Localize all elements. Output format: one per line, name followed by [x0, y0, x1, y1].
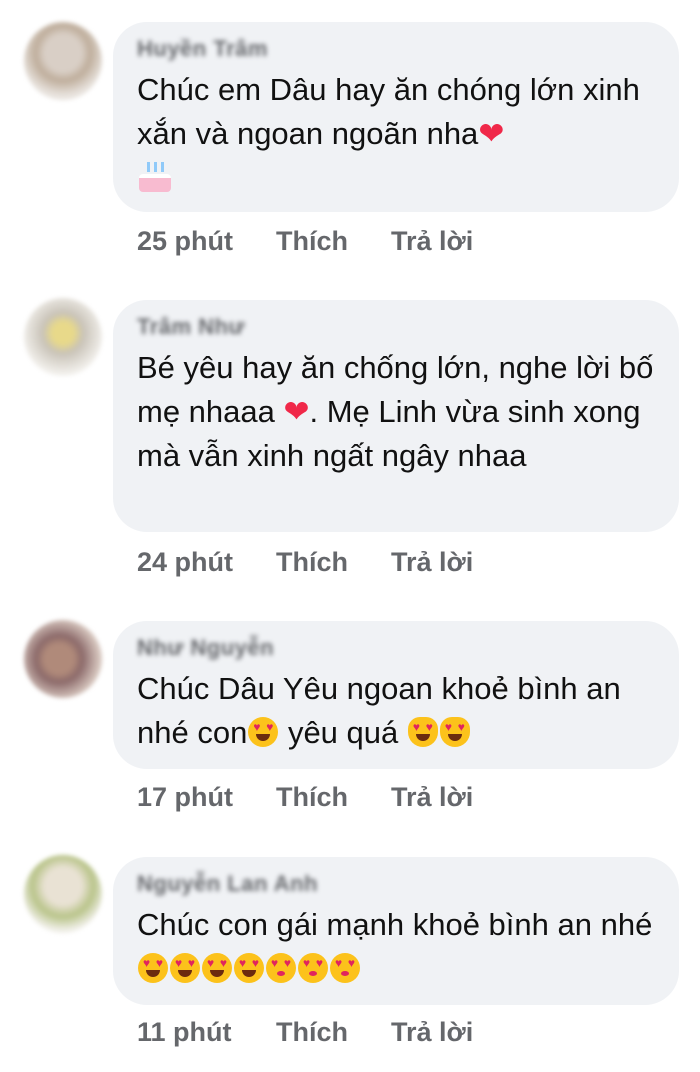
comment-actions: 17 phút Thích Trả lời [137, 782, 473, 813]
avatar[interactable] [24, 298, 102, 376]
heart-eyes-cat-icon [439, 717, 470, 747]
comment-text: Chúc con gái mạnh khoẻ bình an nhé [137, 903, 655, 991]
comment-author[interactable]: Như Nguyễn [137, 635, 655, 661]
comment-bubble: Huyền Trâm Chúc em Dâu hay ăn chóng lớn … [113, 22, 679, 212]
reply-button[interactable]: Trả lời [391, 782, 473, 813]
reply-button[interactable]: Trả lời [391, 547, 473, 578]
comment-author[interactable]: Trâm Như [137, 314, 655, 340]
comment-text-body: Chúc con gái mạnh khoẻ bình an nhé [137, 907, 653, 942]
avatar[interactable] [24, 855, 102, 933]
comment-timestamp[interactable]: 24 phút [137, 547, 276, 578]
birthday-cake-icon [137, 160, 173, 192]
like-button[interactable]: Thích [276, 1017, 391, 1048]
heart-icon: ❤ [478, 116, 505, 152]
comment-author[interactable]: Nguyễn Lan Anh [137, 871, 655, 897]
heart-eyes-icon [202, 953, 232, 983]
comment-timestamp[interactable]: 11 phút [137, 1017, 276, 1048]
kissing-heart-icon [266, 953, 296, 983]
heart-eyes-icon [234, 953, 264, 983]
reply-button[interactable]: Trả lời [391, 226, 473, 257]
like-button[interactable]: Thích [276, 226, 391, 257]
heart-icon: ❤ [283, 394, 310, 430]
comment-text: Chúc Dâu Yêu ngoan khoẻ bình an nhé con … [137, 667, 655, 755]
heart-eyes-icon [170, 953, 200, 983]
comment-timestamp[interactable]: 17 phút [137, 782, 276, 813]
comment-author[interactable]: Huyền Trâm [137, 36, 655, 62]
comment-text: Bé yêu hay ăn chống lớn, nghe lời bố mẹ … [137, 346, 655, 478]
like-button[interactable]: Thích [276, 547, 391, 578]
avatar[interactable] [24, 620, 102, 698]
avatar[interactable] [24, 22, 102, 100]
comment-actions: 24 phút Thích Trả lời [137, 547, 473, 578]
like-button[interactable]: Thích [276, 782, 391, 813]
comment-bubble: Như Nguyễn Chúc Dâu Yêu ngoan khoẻ bình … [113, 621, 679, 769]
comment-bubble: Nguyễn Lan Anh Chúc con gái mạnh khoẻ bì… [113, 857, 679, 1005]
comment-text-body: Chúc em Dâu hay ăn chóng lớn xinh xắn và… [137, 72, 640, 151]
kissing-heart-icon [298, 953, 328, 983]
comment-timestamp[interactable]: 25 phút [137, 226, 276, 257]
comment-actions: 11 phút Thích Trả lời [137, 1017, 473, 1048]
kissing-heart-icon [330, 953, 360, 983]
comment-text-body: yêu quá [279, 715, 407, 750]
comment-actions: 25 phút Thích Trả lời [137, 226, 473, 257]
heart-eyes-cat-icon [407, 717, 438, 747]
comment-text: Chúc em Dâu hay ăn chóng lớn xinh xắn và… [137, 68, 655, 200]
heart-eyes-icon [138, 953, 168, 983]
comment-bubble: Trâm Như Bé yêu hay ăn chống lớn, nghe l… [113, 300, 679, 532]
reply-button[interactable]: Trả lời [391, 1017, 473, 1048]
heart-eyes-icon [248, 717, 279, 747]
